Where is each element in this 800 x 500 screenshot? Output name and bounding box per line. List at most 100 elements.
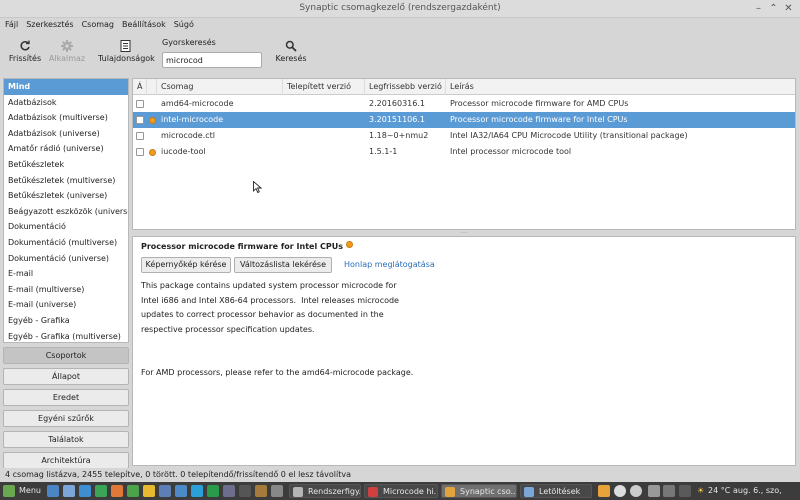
get-screenshot-button[interactable]: Képernyőkép kérése xyxy=(141,257,231,273)
close-icon[interactable]: ✕ xyxy=(782,2,795,15)
terminal-icon[interactable] xyxy=(239,485,251,497)
search-button[interactable]: Keresés xyxy=(274,38,308,63)
properties-icon xyxy=(98,38,152,54)
section-item[interactable]: E-mail (universe) xyxy=(4,297,128,313)
section-item[interactable]: Dokumentáció xyxy=(4,219,128,235)
section-item[interactable]: Dokumentáció (multiverse) xyxy=(4,235,128,251)
firefox-icon[interactable] xyxy=(111,485,123,497)
menu-edit[interactable]: Szerkesztés xyxy=(26,18,73,29)
section-item[interactable]: Amatőr rádió (universe) xyxy=(4,141,128,157)
checkbox[interactable] xyxy=(136,132,144,140)
archive-icon[interactable] xyxy=(255,485,267,497)
table-row[interactable]: iucode-tool 1.5.1-1 Intel processor micr… xyxy=(133,144,795,160)
mint-menu-icon[interactable] xyxy=(3,485,15,497)
section-item[interactable]: Dokumentáció (universe) xyxy=(4,251,128,267)
column-latest[interactable]: Legfrissebb verzió xyxy=(365,79,446,95)
installed-version xyxy=(283,96,365,112)
section-item[interactable]: Betűkészletek (multiverse) xyxy=(4,173,128,189)
get-changelog-button[interactable]: Változáslista lekérése xyxy=(234,257,332,273)
update-manager-icon[interactable] xyxy=(598,485,610,497)
details-title: Processor microcode firmware for Intel C… xyxy=(141,241,353,251)
files-icon[interactable] xyxy=(63,485,75,497)
spreadsheet-icon[interactable] xyxy=(207,485,219,497)
latest-version: 2.20160316.1 xyxy=(369,99,425,108)
section-item[interactable]: Beágyazott eszközök (universe) xyxy=(4,204,128,220)
column-installed[interactable]: Telepített verzió xyxy=(283,79,365,95)
calc-icon[interactable] xyxy=(95,485,107,497)
apply-button[interactable]: Alkalmaz xyxy=(48,38,86,63)
menu-file[interactable]: Fájl xyxy=(5,18,18,29)
menu-settings[interactable]: Beállítások xyxy=(122,18,166,29)
package-table: Á Csomag Telepített verzió Legfrissebb v… xyxy=(132,78,796,230)
email-icon[interactable] xyxy=(159,485,171,497)
search-icon xyxy=(274,38,308,54)
section-item[interactable]: Egyéb - Grafika (multiverse) xyxy=(4,329,128,343)
section-item[interactable]: Betűkészletek (universe) xyxy=(4,188,128,204)
volume-icon[interactable] xyxy=(648,485,660,497)
installed-version xyxy=(283,112,365,128)
groups-button[interactable]: Csoportok xyxy=(3,347,129,364)
origin-button[interactable]: Eredet xyxy=(3,389,129,406)
chrome-icon[interactable] xyxy=(127,485,139,497)
checkbox[interactable] xyxy=(136,116,144,124)
checkbox[interactable] xyxy=(136,100,144,108)
search-results-button[interactable]: Találatok xyxy=(3,431,129,448)
menu-package[interactable]: Csomag xyxy=(82,18,114,29)
custom-filters-button[interactable]: Egyéni szűrők xyxy=(3,410,129,427)
supported-icon xyxy=(149,117,156,124)
notes-icon[interactable] xyxy=(143,485,155,497)
latest-version: 1.18~0+nmu2 xyxy=(369,131,429,140)
table-row[interactable]: microcode.ctl 1.18~0+nmu2 Intel IA32/IA6… xyxy=(133,128,795,144)
app-icon[interactable] xyxy=(271,485,283,497)
sections-list: Mind Adatbázisok Adatbázisok (multiverse… xyxy=(3,78,129,343)
menu-help[interactable]: Súgó xyxy=(174,18,194,29)
section-item[interactable]: Adatbázisok (universe) xyxy=(4,126,128,142)
quick-search-input[interactable] xyxy=(162,52,262,68)
column-status[interactable]: Á xyxy=(133,79,147,95)
minimize-icon[interactable]: – xyxy=(752,2,765,15)
properties-label: Tulajdonságok xyxy=(98,54,155,63)
supported-icon xyxy=(149,149,156,156)
details-pane: Processor microcode firmware for Intel C… xyxy=(132,236,796,466)
package-description: Intel IA32/IA64 CPU Microcode Utility (t… xyxy=(450,131,688,140)
section-item[interactable]: E-mail xyxy=(4,266,128,282)
music-icon[interactable] xyxy=(175,485,187,497)
show-desktop-icon[interactable] xyxy=(47,485,59,497)
user-icon[interactable] xyxy=(630,485,642,497)
network-icon[interactable] xyxy=(614,485,626,497)
table-row[interactable]: intel-microcode 3.20151106.1 Processor m… xyxy=(133,112,795,128)
section-item[interactable]: E-mail (multiverse) xyxy=(4,282,128,298)
keyboard-icon[interactable] xyxy=(679,485,691,497)
skype-icon[interactable] xyxy=(191,485,203,497)
task-microcode[interactable]: Microcode hi... xyxy=(364,484,438,498)
temperature-text: 24 °C xyxy=(708,486,731,495)
battery-icon[interactable] xyxy=(663,485,675,497)
architecture-button[interactable]: Architektúra xyxy=(3,452,129,469)
supported-icon xyxy=(345,241,353,248)
section-item[interactable]: Mind xyxy=(4,79,128,95)
column-description[interactable]: Leírás xyxy=(446,79,795,95)
search-label: Keresés xyxy=(275,54,307,63)
settings-icon[interactable] xyxy=(223,485,235,497)
section-item[interactable]: Adatbázisok xyxy=(4,95,128,111)
maximize-icon[interactable]: ⌃ xyxy=(767,2,780,15)
menu-button[interactable]: Menu xyxy=(19,484,41,498)
refresh-icon xyxy=(8,38,42,54)
clock[interactable]: aug. 6., szo, 19.20 xyxy=(733,484,800,498)
task-system-monitor[interactable]: Rendszerfigy... xyxy=(289,484,361,498)
checkbox[interactable] xyxy=(136,148,144,156)
task-synaptic[interactable]: Synaptic cso... xyxy=(441,484,517,498)
writer-icon[interactable] xyxy=(79,485,91,497)
folder-icon xyxy=(524,487,534,497)
task-downloads[interactable]: Letöltések xyxy=(520,484,592,498)
properties-button[interactable]: Tulajdonságok xyxy=(98,38,155,63)
table-row[interactable]: amd64-microcode 2.20160316.1 Processor m… xyxy=(133,96,795,112)
installed-version xyxy=(283,128,365,144)
visit-homepage-link[interactable]: Honlap meglátogatása xyxy=(344,260,435,269)
section-item[interactable]: Adatbázisok (multiverse) xyxy=(4,110,128,126)
refresh-button[interactable]: Frissítés xyxy=(8,38,42,63)
section-item[interactable]: Egyéb - Grafika xyxy=(4,313,128,329)
column-package[interactable]: Csomag xyxy=(157,79,283,95)
status-filter-button[interactable]: Állapot xyxy=(3,368,129,385)
section-item[interactable]: Betűkészletek xyxy=(4,157,128,173)
